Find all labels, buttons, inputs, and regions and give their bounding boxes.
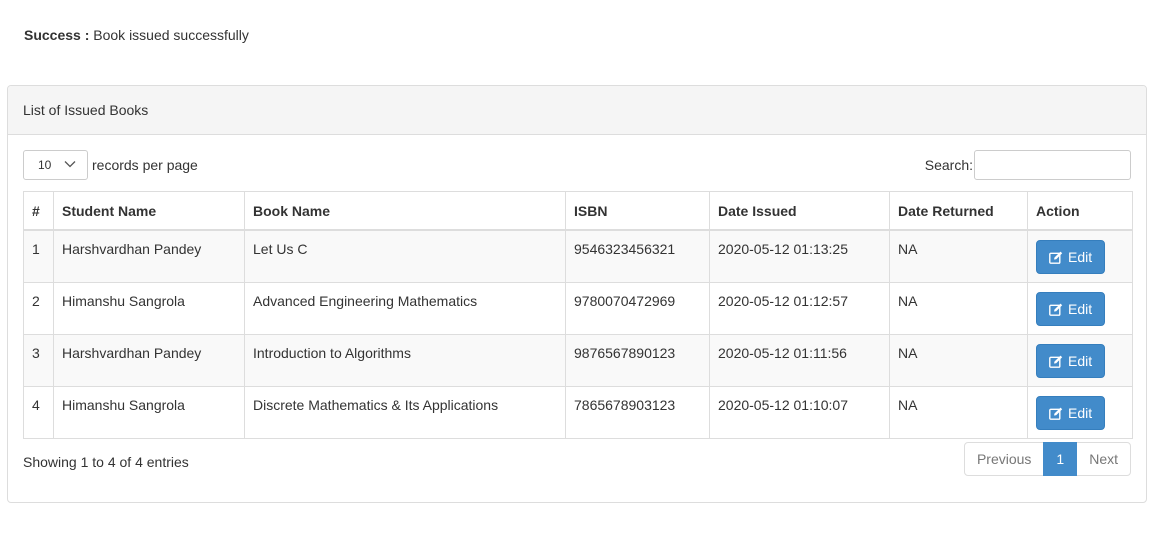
column-header-book-name[interactable]: Book Name (244, 191, 566, 231)
cell-student-name: Himanshu Sangrola (53, 282, 245, 335)
column-header-isbn[interactable]: ISBN (565, 191, 710, 231)
entries-info: Showing 1 to 4 of 4 entries (23, 454, 189, 470)
cell-number: 4 (23, 386, 54, 439)
edit-button-label: Edit (1068, 249, 1093, 265)
cell-action: Edit (1027, 282, 1133, 335)
cell-student-name: Harshvardhan Pandey (53, 229, 245, 283)
alert-message: Book issued successfully (93, 27, 249, 43)
cell-student-name: Harshvardhan Pandey (53, 334, 245, 387)
cell-book-name: Let Us C (244, 229, 566, 283)
edit-button[interactable]: Edit (1036, 240, 1106, 274)
search-control: Search: (925, 150, 1131, 180)
cell-date-issued: 2020-05-12 01:13:25 (709, 229, 890, 283)
edit-icon (1049, 355, 1063, 368)
cell-action: Edit (1027, 386, 1133, 439)
cell-date-issued: 2020-05-12 01:10:07 (709, 386, 890, 439)
table-row: 2 Himanshu Sangrola Advanced Engineering… (23, 282, 1133, 335)
column-header-action[interactable]: Action (1027, 191, 1133, 231)
edit-button[interactable]: Edit (1036, 292, 1106, 326)
issued-books-table: # Student Name Book Name ISBN Date Issue… (23, 191, 1133, 439)
search-input[interactable] (974, 150, 1131, 180)
cell-date-returned: NA (889, 229, 1028, 283)
success-alert: Success : Book issued successfully (24, 27, 249, 44)
alert-label: Success : (24, 27, 90, 43)
edit-button-label: Edit (1068, 301, 1093, 317)
cell-number: 2 (23, 282, 54, 335)
cell-date-issued: 2020-05-12 01:12:57 (709, 282, 890, 335)
column-header-date-returned[interactable]: Date Returned (889, 191, 1028, 231)
table-row: 1 Harshvardhan Pandey Let Us C 954632345… (23, 229, 1133, 283)
table-header-row: # Student Name Book Name ISBN Date Issue… (23, 191, 1133, 231)
pagination-previous[interactable]: Previous (963, 442, 1045, 476)
chevron-down-icon (64, 161, 76, 168)
cell-book-name: Introduction to Algorithms (244, 334, 566, 387)
cell-action: Edit (1027, 229, 1133, 283)
records-per-page-value: 10 (38, 158, 52, 172)
column-header-date-issued[interactable]: Date Issued (709, 191, 890, 231)
cell-date-issued: 2020-05-12 01:11:56 (709, 334, 890, 387)
cell-date-returned: NA (889, 282, 1028, 335)
panel-heading: List of Issued Books (8, 86, 1146, 135)
cell-isbn: 9780070472969 (565, 282, 710, 335)
pagination-page-1[interactable]: 1 (1043, 442, 1078, 476)
column-header-number[interactable]: # (23, 191, 54, 231)
cell-isbn: 7865678903123 (565, 386, 710, 439)
edit-button[interactable]: Edit (1036, 344, 1106, 378)
records-per-page-select[interactable]: 10 (23, 150, 88, 180)
edit-button-label: Edit (1068, 405, 1093, 421)
cell-book-name: Discrete Mathematics & Its Applications (244, 386, 566, 439)
table-row: 3 Harshvardhan Pandey Introduction to Al… (23, 334, 1133, 387)
pagination-next[interactable]: Next (1076, 442, 1131, 476)
table-row: 4 Himanshu Sangrola Discrete Mathematics… (23, 386, 1133, 439)
pagination: Previous 1 Next (963, 442, 1131, 476)
cell-action: Edit (1027, 334, 1133, 387)
records-per-page-label: records per page (92, 157, 198, 173)
edit-icon (1049, 407, 1063, 420)
edit-icon (1049, 251, 1063, 264)
cell-date-returned: NA (889, 334, 1028, 387)
length-control: 10 records per page (23, 150, 198, 180)
column-header-student-name[interactable]: Student Name (53, 191, 245, 231)
cell-isbn: 9876567890123 (565, 334, 710, 387)
search-label: Search: (924, 157, 973, 173)
edit-button-label: Edit (1068, 353, 1093, 369)
cell-number: 3 (23, 334, 54, 387)
edit-icon (1049, 303, 1063, 316)
edit-button[interactable]: Edit (1036, 396, 1106, 430)
cell-isbn: 9546323456321 (565, 229, 710, 283)
cell-student-name: Himanshu Sangrola (53, 386, 245, 439)
issued-books-panel: List of Issued Books 10 records per page… (7, 85, 1147, 503)
cell-date-returned: NA (889, 386, 1028, 439)
cell-book-name: Advanced Engineering Mathematics (244, 282, 566, 335)
cell-number: 1 (23, 229, 54, 283)
